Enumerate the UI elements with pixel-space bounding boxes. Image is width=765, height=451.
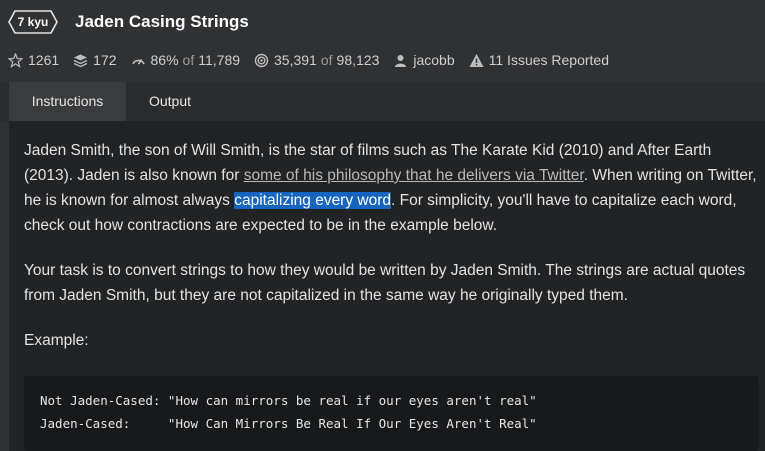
stars-stat[interactable]: 1261	[8, 52, 59, 68]
completed-count: 35,391	[274, 52, 317, 68]
star-icon	[8, 52, 23, 68]
warning-icon	[469, 53, 484, 68]
example-code-block: Not Jaden-Cased: "How can mirrors be rea…	[24, 376, 759, 451]
satisfaction-votes: 11,789	[198, 52, 241, 68]
description-paragraph-2: Your task is to convert strings to how t…	[24, 262, 746, 304]
collection-stack-icon	[73, 53, 88, 68]
kyu-badge: 7 kyu	[8, 10, 58, 34]
attempts-count: 98,123	[336, 52, 380, 68]
example-heading: Example:	[24, 332, 89, 349]
satisfaction-of: of	[182, 52, 195, 68]
collections-stat[interactable]: 172	[73, 52, 117, 68]
target-icon	[254, 53, 269, 68]
kata-header: 7 kyu Jaden Casing Strings 1261 172 86% …	[0, 0, 765, 82]
completions-stat: 35,391 of 98,123	[254, 52, 379, 68]
tab-output[interactable]: Output	[126, 82, 214, 121]
author-stat[interactable]: jacobb	[393, 52, 455, 68]
satisfaction-rate: 86%	[150, 52, 179, 68]
completed-of: of	[320, 52, 333, 68]
author-name: jacobb	[413, 52, 455, 68]
kata-stats: 1261 172 86% of 11,789 35,391 of 98,123 …	[8, 50, 623, 70]
tab-bar: Instructions Output	[0, 82, 765, 121]
kyu-rank: 7 kyu	[17, 15, 49, 29]
highlighted-text: capitalizing every word	[234, 192, 391, 209]
stars-count: 1261	[28, 52, 60, 68]
instructions-panel: Jaden Smith, the son of Will Smith, is t…	[9, 121, 765, 451]
code-line: Jaden-Cased: "How Can Mirrors Be Real If…	[40, 416, 537, 431]
description-paragraph-1: Jaden Smith, the son of Will Smith, is t…	[24, 138, 759, 238]
satisfaction-stat: 86% of 11,789	[131, 52, 241, 68]
collections-count: 172	[93, 52, 117, 68]
code-line: Not Jaden-Cased: "How can mirrors be rea…	[40, 393, 537, 408]
philosophy-link[interactable]: some of his philosophy that he delivers …	[244, 167, 584, 184]
kata-title[interactable]: Jaden Casing Strings	[75, 10, 249, 34]
user-icon	[393, 53, 408, 68]
issues-stat[interactable]: 11 Issues Reported	[469, 52, 609, 68]
tab-instructions[interactable]: Instructions	[9, 82, 126, 121]
issues-label: 11 Issues Reported	[488, 52, 609, 68]
satisfaction-gauge-icon	[131, 53, 146, 68]
